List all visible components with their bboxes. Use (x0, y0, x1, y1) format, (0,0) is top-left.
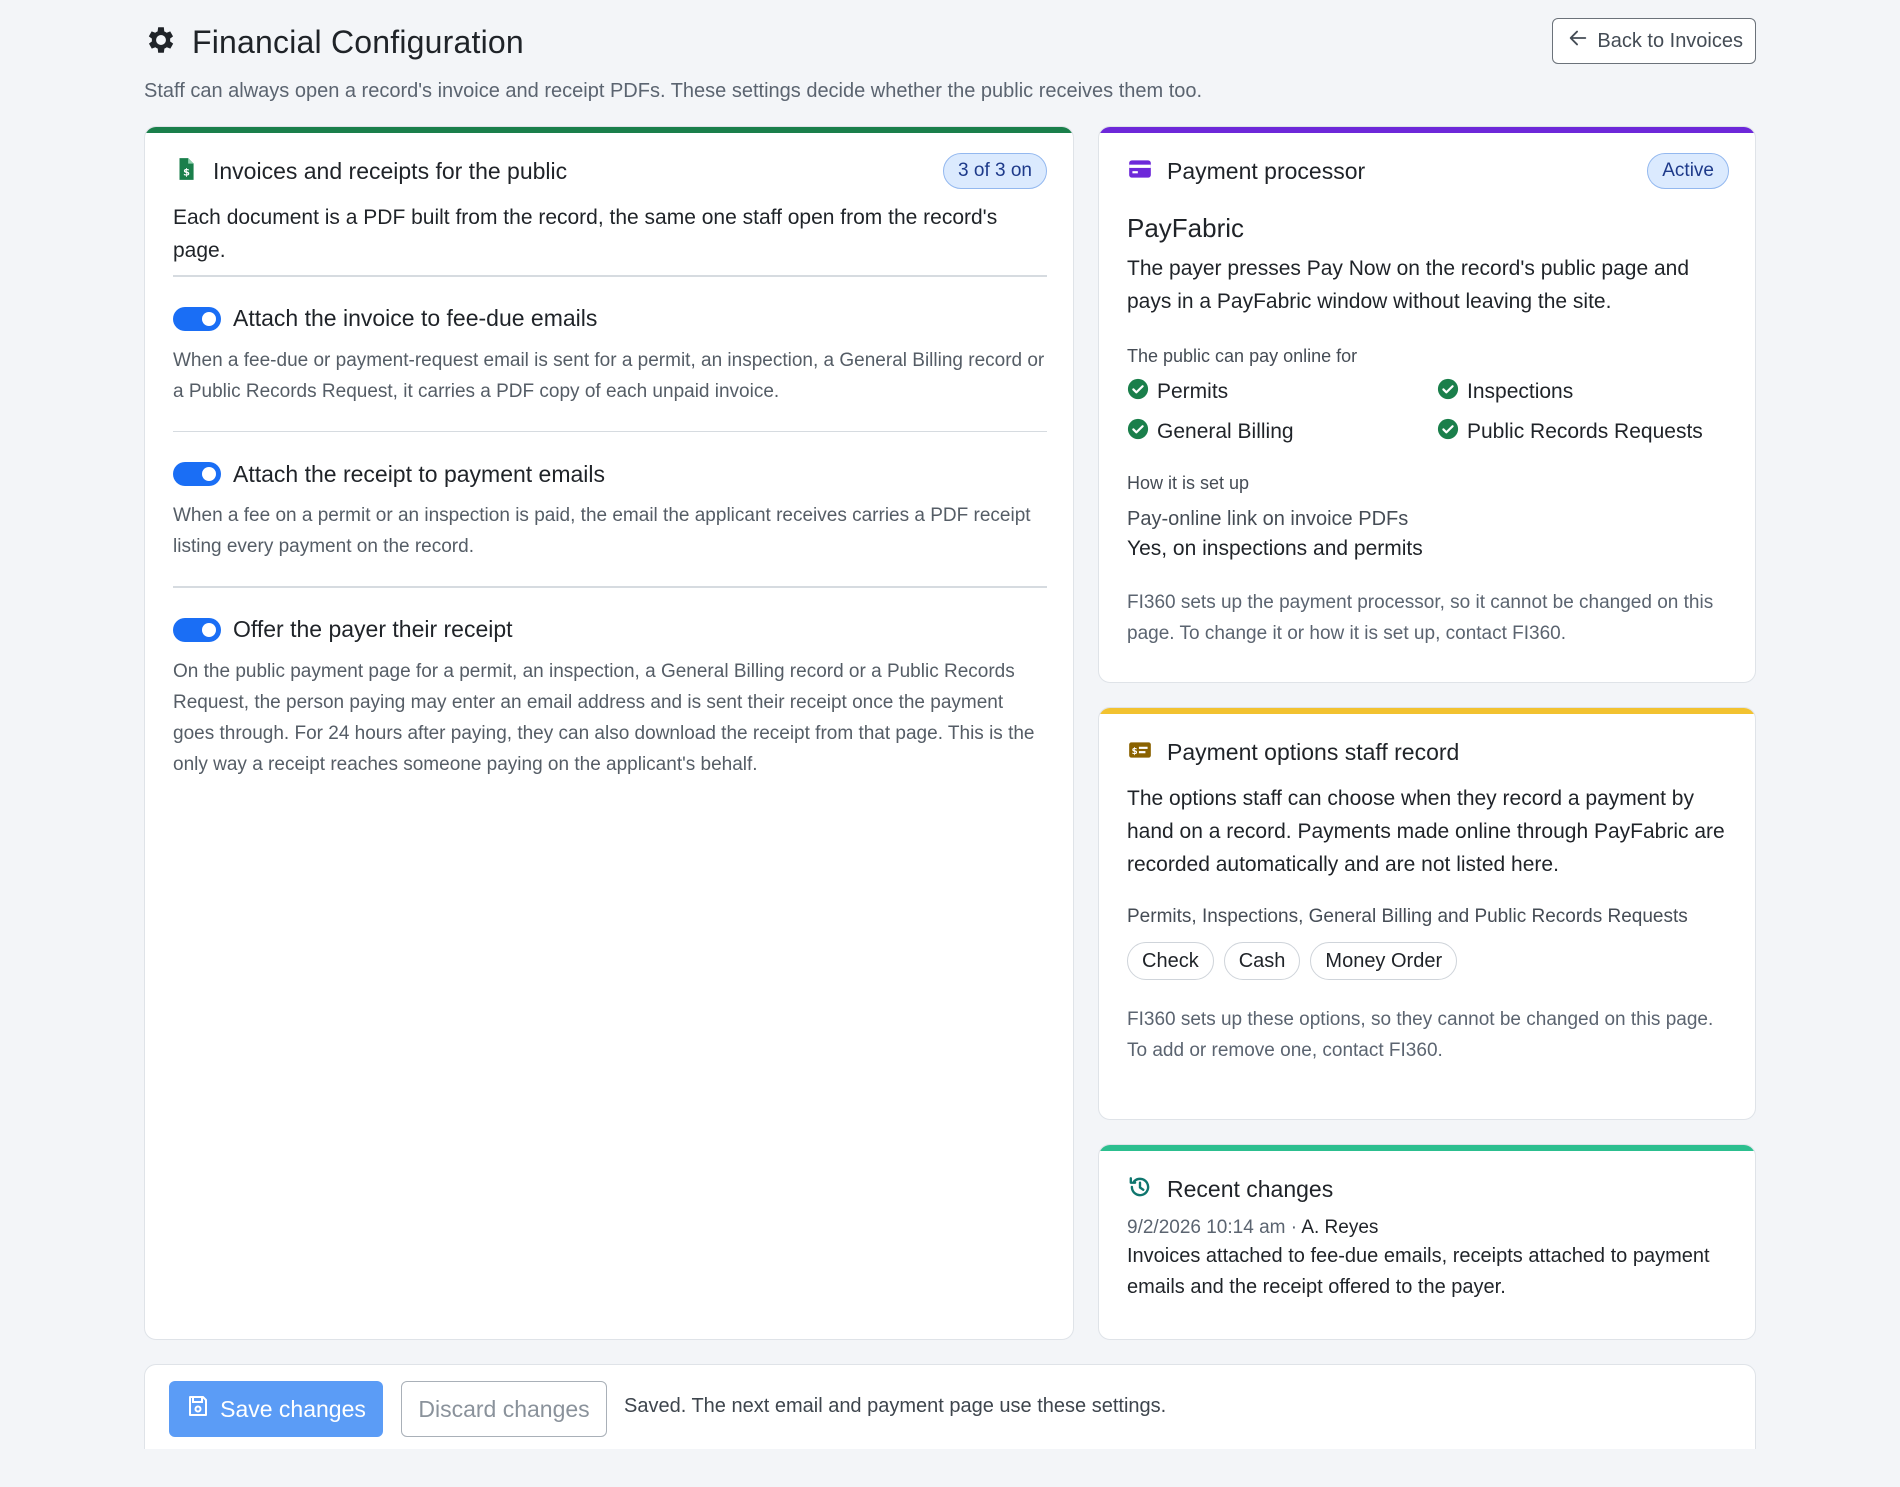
payment-options-card: $ Payment options staff record The optio… (1098, 707, 1756, 1120)
check-circle-icon (1437, 378, 1459, 406)
recent-changes-card: Recent changes 9/2/2026 10:14 am · A. Re… (1098, 1144, 1756, 1340)
processor-status-badge: Active (1647, 153, 1729, 189)
save-status-text: Saved. The next email and payment page u… (624, 1395, 1167, 1417)
change-meta: 9/2/2026 10:14 am · A. Reyes (1127, 1217, 1729, 1239)
pay-online-item-label: Inspections (1467, 380, 1574, 403)
change-timestamp: 9/2/2026 10:14 am (1127, 1217, 1286, 1238)
payment-option-chip: Cash (1223, 942, 1301, 980)
save-changes-button[interactable]: Save changes (169, 1381, 383, 1437)
save-changes-label: Save changes (220, 1395, 366, 1422)
svg-text:$: $ (183, 167, 190, 178)
floppy-disk-icon (186, 1394, 210, 1424)
page-header: Financial Configuration Staff can always… (144, 18, 1756, 108)
invoice-emails-switch[interactable] (173, 306, 221, 331)
processor-vendor-name: PayFabric (1127, 213, 1245, 243)
toggle-row-receipt-emails: Attach the receipt to payment emails Whe… (173, 432, 1047, 586)
payment-options-chips: Check Cash Money Order (1127, 942, 1729, 980)
change-summary: Invoices attached to fee-due emails, rec… (1127, 1245, 1710, 1298)
page-subtitle: Staff can always open a record's invoice… (144, 80, 1203, 102)
receipt-emails-label: Attach the receipt to payment emails (233, 460, 606, 487)
payer-receipt-description: On the public payment page for a permit,… (173, 660, 1035, 775)
invoice-emails-description: When a fee-due or payment-request email … (173, 349, 1045, 402)
pay-online-item-label: Public Records Requests (1467, 420, 1703, 443)
arrow-left-icon (1567, 27, 1589, 55)
credit-card-icon (1127, 156, 1153, 187)
payment-option-chip: Check (1127, 942, 1214, 980)
pay-online-item-label: Permits (1157, 380, 1229, 403)
payment-options-title: Payment options staff record (1167, 738, 1460, 765)
receipt-emails-description: When a fee on a permit or an inspection … (173, 505, 1031, 557)
invoice-emails-label: Attach the invoice to fee-due emails (233, 305, 598, 331)
toggle-row-payer-receipt: Offer the payer their receipt On the pub… (173, 588, 1047, 804)
pay-online-item-label: General Billing (1157, 420, 1294, 443)
payment-options-group-label: Permits, Inspections, General Billing an… (1127, 906, 1688, 927)
payment-processor-title: Payment processor (1167, 157, 1366, 184)
change-separator: · (1290, 1217, 1298, 1238)
toggles-on-count-badge: 3 of 3 on (943, 153, 1047, 189)
check-circle-icon (1127, 418, 1149, 446)
file-invoice-icon: $ (173, 156, 199, 187)
processor-description: The payer presses Pay Now on the record'… (1127, 257, 1689, 313)
check-circle-icon (1437, 418, 1459, 446)
payment-options-note: FI360 sets up these options, so they can… (1127, 1009, 1714, 1061)
back-to-invoices-button[interactable]: Back to Invoices (1552, 18, 1756, 64)
pay-online-item: Inspections (1437, 377, 1727, 407)
card-accent-bar (1099, 708, 1755, 714)
recent-changes-title: Recent changes (1167, 1175, 1334, 1202)
pay-online-item: General Billing (1127, 417, 1437, 447)
setup-value: Yes, on inspections and permits (1127, 537, 1423, 560)
back-to-invoices-label: Back to Invoices (1597, 29, 1743, 52)
svg-text:$: $ (1132, 746, 1138, 756)
pay-online-label: The public can pay online for (1127, 346, 1358, 366)
public-documents-title: Invoices and receipts for the public (213, 157, 568, 184)
payment-option-chip: Money Order (1310, 942, 1458, 980)
payer-receipt-switch[interactable] (173, 617, 221, 642)
financial-configuration-page: Financial Configuration Staff can always… (144, 0, 1756, 1487)
check-circle-icon (1127, 378, 1149, 406)
public-documents-lead: Each document is a PDF built from the re… (173, 206, 998, 262)
payment-processor-card: Payment processor Active PayFabric The p… (1098, 126, 1756, 683)
receipt-emails-switch[interactable] (173, 462, 221, 486)
processor-note: FI360 sets up the payment processor, so … (1127, 592, 1714, 644)
card-accent-bar (145, 127, 1073, 133)
discard-changes-button[interactable]: Discard changes (401, 1381, 607, 1437)
setup-label: How it is set up (1127, 473, 1250, 493)
card-accent-bar (1099, 1145, 1755, 1151)
change-author: A. Reyes (1301, 1217, 1379, 1238)
setup-name: Pay-online link on invoice PDFs (1127, 508, 1409, 530)
save-bar: Save changes Discard changes Saved. The … (144, 1364, 1756, 1449)
payment-options-description: The options staff can choose when they r… (1127, 787, 1725, 876)
gear-icon (144, 23, 178, 62)
public-documents-card: $ Invoices and receipts for the public 3… (144, 126, 1074, 1340)
payer-receipt-label: Offer the payer their receipt (233, 616, 513, 642)
toggle-row-invoice-emails: Attach the invoice to fee-due emails Whe… (173, 277, 1047, 431)
page-title: Financial Configuration (192, 23, 524, 60)
pay-online-item: Permits (1127, 377, 1437, 407)
money-check-icon: $ (1127, 737, 1153, 768)
history-icon (1127, 1174, 1153, 1205)
card-accent-bar (1099, 127, 1755, 133)
pay-online-item: Public Records Requests (1437, 417, 1727, 447)
pay-online-list: Permits Inspections General Billing Publ… (1127, 377, 1729, 447)
